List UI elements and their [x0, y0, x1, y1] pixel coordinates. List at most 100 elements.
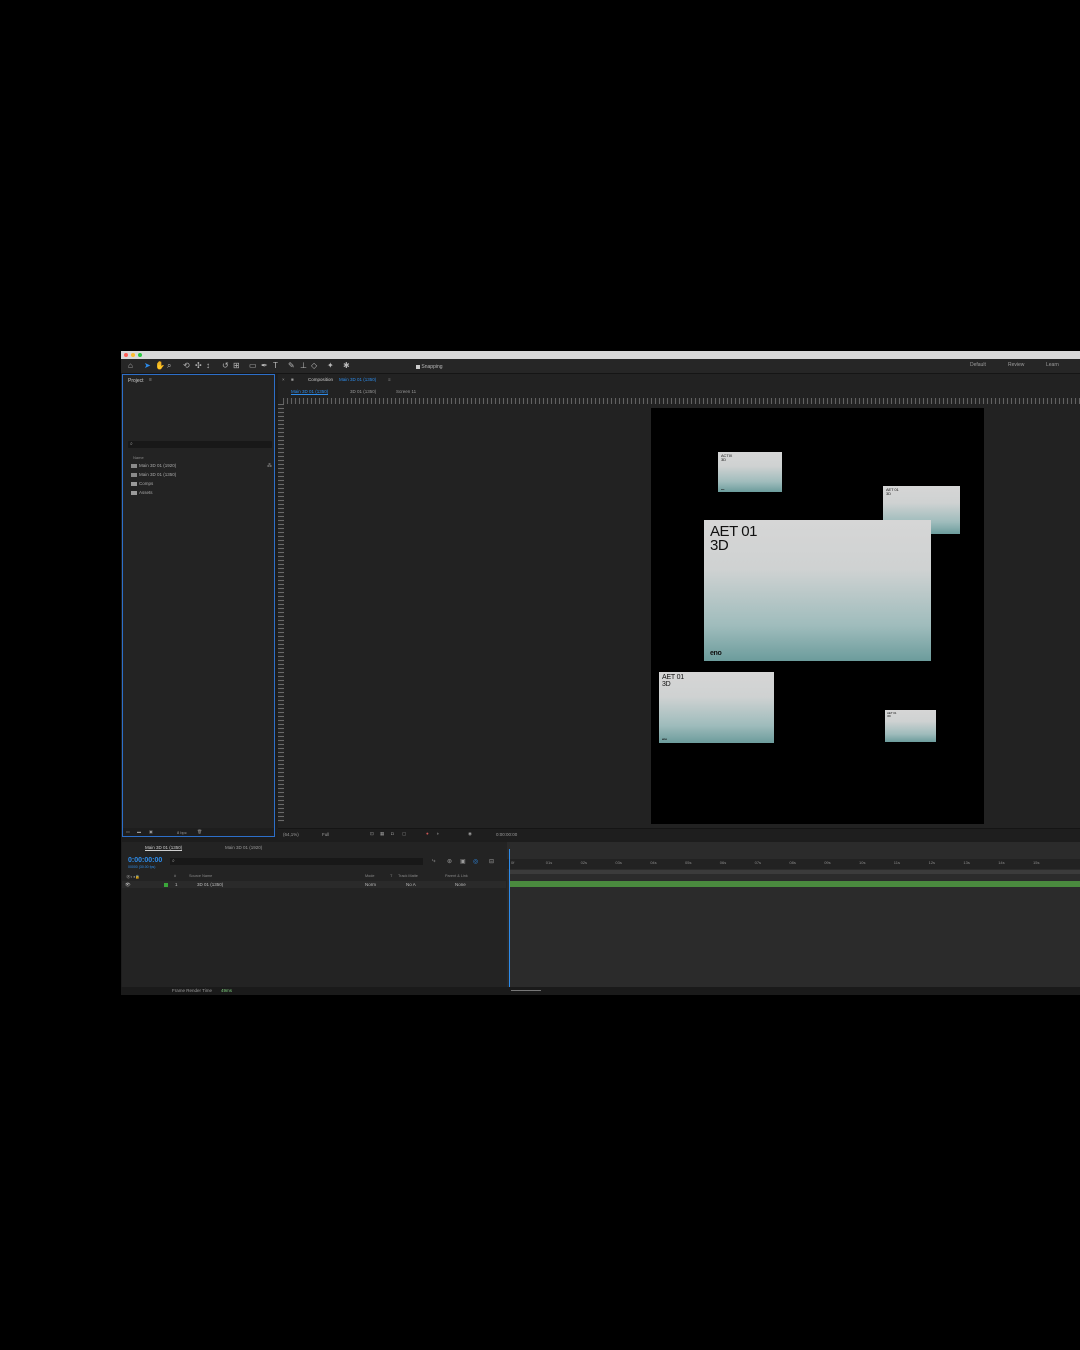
orbit-tool-icon[interactable]: ⟲: [183, 361, 190, 370]
draft-3d-icon[interactable]: ⊛: [447, 858, 452, 865]
card-large[interactable]: AET 01 3D eno: [704, 520, 931, 661]
zoom-window-button[interactable]: [138, 353, 142, 357]
breadcrumb-item-main[interactable]: Main 3D 01 (1350): [291, 389, 329, 395]
composition-breadcrumb: Main 3D 01 (1350) 3D 01 (1350) Screen 11: [278, 387, 1080, 396]
workspace-default[interactable]: Default: [970, 362, 986, 368]
composition-name[interactable]: Main 3D 01 (1350): [339, 377, 376, 382]
grid-icon[interactable]: ⊡: [370, 831, 374, 837]
layer-name[interactable]: 3D 01 (1350): [197, 882, 223, 887]
eraser-tool-icon[interactable]: ◇: [311, 361, 317, 370]
selection-tool-icon[interactable]: ➤: [144, 361, 151, 370]
column-source-name[interactable]: Source Name: [189, 874, 212, 878]
flowchart-icon[interactable]: ⁂: [267, 463, 272, 469]
column-t[interactable]: T: [390, 874, 392, 878]
folder-icon: [131, 481, 137, 486]
motion-blur-icon[interactable]: ▣: [460, 858, 466, 865]
clone-stamp-tool-icon[interactable]: ⊥: [300, 361, 307, 370]
project-search-input[interactable]: ⌕: [128, 441, 272, 448]
current-time-display[interactable]: 0:00:00:00: [496, 832, 517, 837]
type-tool-icon[interactable]: T: [273, 361, 278, 370]
column-track-matte[interactable]: Track Matte: [398, 874, 418, 878]
timeline-track-area[interactable]: 0f 01s 02s 03s 04s 05s 06s 07s 08s 09s 10s 11s 12s 13…: [507, 842, 1080, 988]
visibility-eye-icon[interactable]: 👁: [125, 882, 131, 888]
hand-tool-icon[interactable]: ✋: [155, 361, 165, 370]
breadcrumb-item-screen[interactable]: Screen 11: [396, 389, 416, 394]
layer-mode-dropdown[interactable]: Norm: [365, 882, 376, 887]
mask-visibility-icon[interactable]: ◘: [391, 831, 394, 836]
pan-tool-icon[interactable]: ✣: [195, 361, 202, 370]
lock-icon[interactable]: ■: [291, 377, 294, 382]
column-number[interactable]: #: [174, 874, 176, 878]
column-parent[interactable]: Parent & Link: [445, 874, 468, 878]
snapshot-icon[interactable]: ◉: [468, 831, 472, 837]
project-panel-title[interactable]: Project: [128, 378, 144, 384]
pan-behind-tool-icon[interactable]: ⊞: [233, 361, 240, 370]
ruler-tick-label: 0f: [511, 860, 515, 865]
project-folder[interactable]: Comps: [131, 481, 153, 487]
toggle-switches-icon[interactable]: ⊟: [489, 858, 494, 865]
timeline-panel: Main 3D 01 (1350) Main 3D 01 (1920) 0:00…: [122, 842, 1080, 988]
layer-duration-bar[interactable]: [510, 881, 1080, 887]
puppet-tool-icon[interactable]: ✱: [343, 361, 350, 370]
card-small-top[interactable]: ACTIX 3D eno: [718, 452, 782, 492]
workspace-review[interactable]: Review: [1008, 362, 1024, 368]
transparency-grid-icon[interactable]: ▦: [380, 831, 384, 837]
project-item[interactable]: Main 3D 01 (1920): [131, 463, 176, 469]
current-time-indicator[interactable]: 0:00:00:00: [128, 857, 162, 864]
card-logo: eno: [721, 489, 725, 491]
panel-menu-icon[interactable]: ≡: [149, 377, 152, 383]
zoom-tool-icon[interactable]: ⌕: [167, 361, 171, 370]
resolution-dropdown[interactable]: Full: [322, 832, 329, 837]
brush-tool-icon[interactable]: ✎: [288, 361, 295, 370]
new-folder-icon[interactable]: ▬: [137, 829, 141, 834]
timeline-tab-main[interactable]: Main 3D 01 (1350): [145, 845, 183, 851]
roto-brush-tool-icon[interactable]: ✦: [327, 361, 334, 370]
interpret-footage-icon[interactable]: ▭: [126, 829, 130, 834]
project-panel: Project ≡ ⌕ Name ⁂ Main 3D 01 (1920) Mai…: [122, 374, 275, 837]
time-ruler[interactable]: 0f 01s 02s 03s 04s 05s 06s 07s 08s 09s 10s 11s 12s 13…: [507, 859, 1080, 869]
snapping-checkbox[interactable]: Snapping: [416, 363, 443, 372]
layer-matte-dropdown[interactable]: No A: [406, 882, 416, 887]
card-medium[interactable]: AET 01 3D eno: [659, 672, 774, 743]
color-channels-icon[interactable]: ●: [426, 831, 429, 836]
frame-info: 00000 (30.00 fps): [128, 865, 156, 869]
minimize-window-button[interactable]: [131, 353, 135, 357]
bpc-label[interactable]: 8 bpc: [177, 830, 187, 835]
column-mode[interactable]: Mode: [365, 874, 375, 878]
project-folder[interactable]: Assets: [131, 490, 153, 496]
panel-menu-icon[interactable]: ≡: [388, 377, 391, 382]
timeline-tab-1920[interactable]: Main 3D 01 (1920): [225, 845, 262, 850]
layer-color-label[interactable]: [164, 882, 168, 887]
comp-flowchart-icon[interactable]: ⤷: [432, 858, 435, 865]
name-column-header[interactable]: Name: [133, 455, 144, 460]
rotate-tool-icon[interactable]: ↺: [222, 361, 229, 370]
new-composition-icon[interactable]: ▣: [149, 829, 153, 834]
card-tiny[interactable]: AET 01 3D: [885, 710, 936, 742]
layer-parent-dropdown[interactable]: None: [455, 882, 466, 887]
search-icon: ⌕: [172, 858, 175, 864]
composition-header: × ■ Composition Main 3D 01 (1350) ≡: [278, 374, 1080, 384]
dolly-tool-icon[interactable]: ↕: [206, 361, 210, 370]
home-icon[interactable]: ⌂: [128, 361, 133, 370]
rectangle-tool-icon[interactable]: ▭: [249, 361, 257, 370]
card-title: AET 01 3D: [887, 712, 897, 718]
workspace-learn[interactable]: Learn: [1046, 362, 1059, 368]
work-area-bar[interactable]: [509, 870, 1080, 874]
exposure-icon[interactable]: ◑: [436, 831, 439, 836]
layer-row[interactable]: 👁 1 3D 01 (1350) Norm No A None: [122, 881, 506, 888]
av-features-icon: 👁◐●🔒: [126, 875, 141, 879]
region-icon[interactable]: ▢: [402, 831, 406, 837]
search-icon: ⌕: [130, 441, 133, 447]
graph-editor-icon[interactable]: ◎: [473, 858, 478, 865]
zoom-dropdown[interactable]: (64,1%): [283, 832, 299, 837]
timeline-search-input[interactable]: ⌕: [170, 858, 423, 865]
pen-tool-icon[interactable]: ✒: [261, 361, 268, 370]
close-panel-icon[interactable]: ×: [282, 377, 285, 382]
trash-icon[interactable]: 🗑: [197, 829, 202, 834]
close-window-button[interactable]: [124, 353, 128, 357]
zoom-slider[interactable]: [511, 990, 541, 991]
composition-canvas[interactable]: ACTIX 3D eno AET 01 3D AET 01 3D eno AET…: [651, 408, 984, 824]
breadcrumb-item-3d[interactable]: 3D 01 (1350): [350, 389, 376, 394]
playhead[interactable]: [509, 849, 510, 988]
project-item[interactable]: Main 3D 01 (1350): [131, 472, 176, 478]
